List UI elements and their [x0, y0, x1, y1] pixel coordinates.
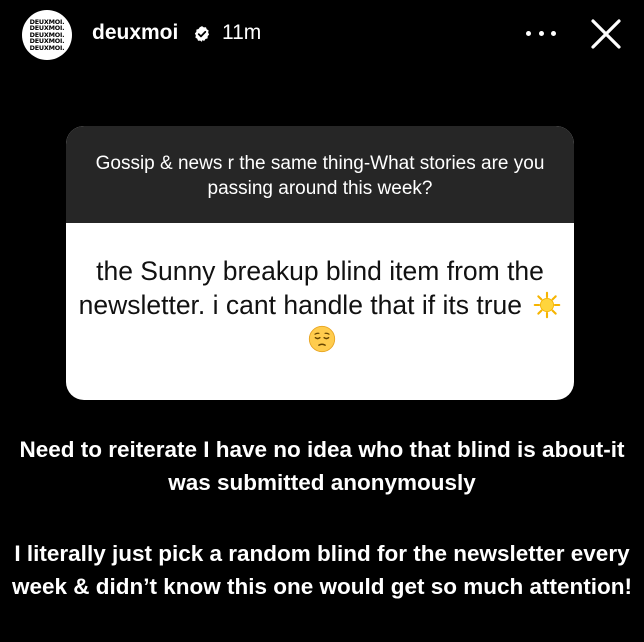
answer-text: the Sunny breakup blind item from the ne… — [78, 255, 544, 320]
sun-emoji — [534, 291, 561, 318]
avatar[interactable]: DEUXMOI. DEUXMOI. DEUXMOI. DEUXMOI. DEUX… — [22, 10, 72, 60]
question-answer: the Sunny breakup blind item from the ne… — [66, 223, 574, 400]
avatar-logo-text: DEUXMOI. — [29, 43, 65, 52]
more-dot — [526, 30, 531, 36]
caption-paragraph-1: Need to reiterate I have no idea who tha… — [19, 437, 625, 495]
more-dot — [551, 30, 556, 36]
question-header: Gossip & news r the same thing-What stor… — [66, 126, 574, 223]
more-dot — [538, 30, 544, 36]
question-prompt: Gossip & news r the same thing-What stor… — [95, 152, 545, 199]
close-icon[interactable] — [588, 16, 624, 52]
verified-badge-icon — [194, 26, 210, 42]
pensive-face-emoji — [308, 325, 336, 352]
more-options-icon[interactable] — [526, 20, 556, 46]
username[interactable]: deuxmoi — [92, 20, 178, 46]
question-sticker: Gossip & news r the same thing-What stor… — [66, 126, 574, 400]
story-header: DEUXMOI. DEUXMOI. DEUXMOI. DEUXMOI. DEUX… — [0, 0, 644, 74]
answer-text-block: the Sunny breakup blind item from the ne… — [75, 254, 565, 356]
caption-paragraph-2: I literally just pick a random blind for… — [11, 541, 632, 599]
post-time: 11m — [222, 21, 262, 44]
